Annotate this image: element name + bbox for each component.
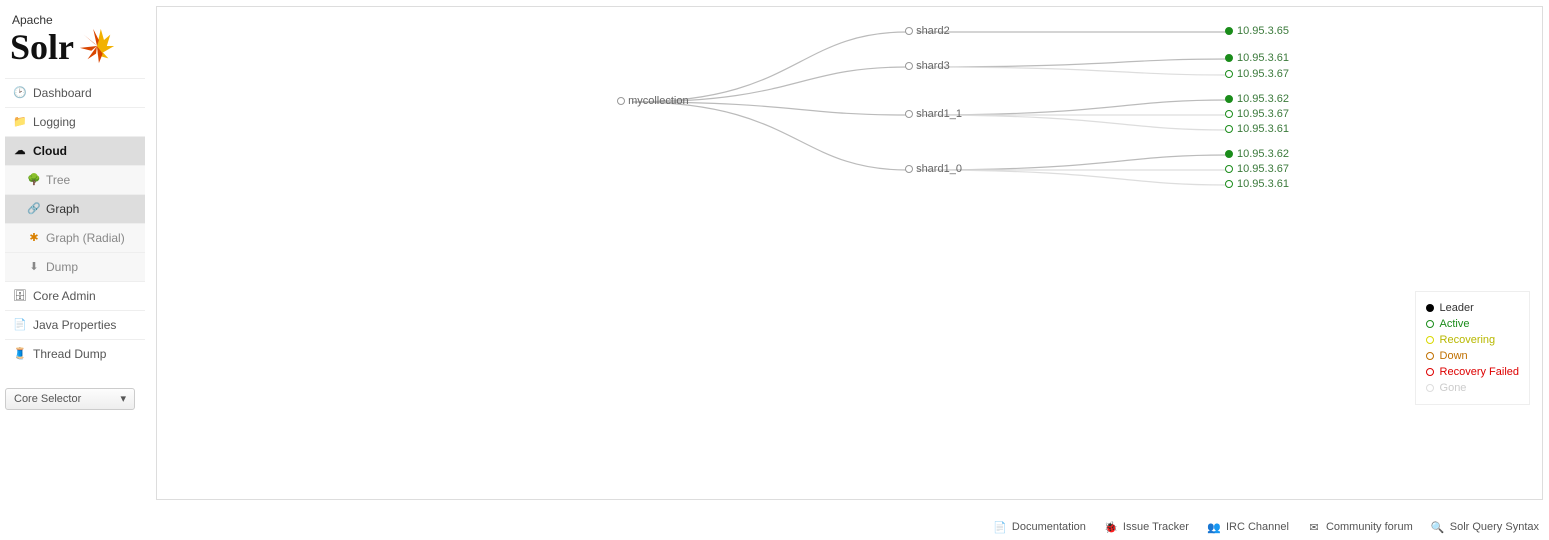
active-icon (1225, 125, 1233, 133)
replica-node: 10.95.3.61 (1225, 178, 1289, 190)
subnav-graph[interactable]: 🔗Graph (5, 194, 145, 223)
replica-node: 10.95.3.62 (1225, 93, 1289, 105)
chevron-down-icon: ▾ (120, 392, 126, 405)
footer-documentation[interactable]: 📄Documentation (993, 520, 1086, 534)
replica-node: 10.95.3.67 (1225, 68, 1289, 80)
collection-node: mycollection (617, 95, 689, 107)
gone-ring-icon (1426, 384, 1434, 392)
footer-irc[interactable]: 👥IRC Channel (1207, 520, 1289, 534)
main-panel: mycollection shard2 shard3 shard1_1 shar… (156, 6, 1543, 500)
subnav-tree[interactable]: 🌳Tree (5, 165, 145, 194)
leader-icon (1225, 54, 1233, 62)
node-icon (905, 27, 913, 35)
logo-main-text: Solr (10, 27, 140, 68)
sidebar: Apache Solr 🕑Dashboard 📁Logging ☁Cloud (0, 0, 150, 530)
active-icon (1225, 70, 1233, 78)
core-selector[interactable]: Core Selector ▾ (5, 388, 135, 410)
graph-icon: 🔗 (27, 202, 41, 216)
shard-node: shard2 (905, 25, 950, 37)
bug-icon: 🐞 (1104, 520, 1118, 534)
subnav-graph-radial[interactable]: ✱Graph (Radial) (5, 223, 145, 252)
down-ring-icon (1426, 352, 1434, 360)
shard-node: shard3 (905, 60, 950, 72)
shard-node: shard1_0 (905, 163, 962, 175)
replica-node: 10.95.3.61 (1225, 123, 1289, 135)
recfail-ring-icon (1426, 368, 1434, 376)
legend-gone: Gone (1426, 380, 1519, 396)
radial-icon: ✱ (27, 231, 41, 245)
cloud-icon: ☁ (13, 144, 27, 158)
tree-icon: 🌳 (27, 173, 41, 187)
node-icon (617, 97, 625, 105)
leader-dot-icon (1426, 304, 1434, 312)
legend-leader: Leader (1426, 300, 1519, 316)
nav-java-properties[interactable]: 📄Java Properties (5, 310, 145, 339)
footer-query-syntax[interactable]: 🔍Solr Query Syntax (1431, 520, 1539, 534)
subnav-dump[interactable]: ⬇Dump (5, 252, 145, 281)
folder-icon: 📁 (13, 115, 27, 129)
leader-icon (1225, 150, 1233, 158)
replica-node: 10.95.3.67 (1225, 108, 1289, 120)
search-doc-icon: 🔍 (1431, 520, 1445, 534)
node-icon (905, 62, 913, 70)
replica-node: 10.95.3.67 (1225, 163, 1289, 175)
active-icon (1225, 165, 1233, 173)
nav-cloud[interactable]: ☁Cloud (5, 136, 145, 165)
sun-icon (78, 27, 116, 68)
dump-icon: ⬇ (27, 260, 41, 274)
shard-node: shard1_1 (905, 108, 962, 120)
footer-forum[interactable]: ✉Community forum (1307, 520, 1413, 534)
leader-icon (1225, 27, 1233, 35)
replica-node: 10.95.3.62 (1225, 148, 1289, 160)
legend-recovering: Recovering (1426, 332, 1519, 348)
active-ring-icon (1426, 320, 1434, 328)
recovering-ring-icon (1426, 336, 1434, 344)
footer-issue-tracker[interactable]: 🐞Issue Tracker (1104, 520, 1189, 534)
replica-node: 10.95.3.61 (1225, 52, 1289, 64)
cloud-graph: mycollection shard2 shard3 shard1_1 shar… (157, 7, 1542, 499)
mail-icon: ✉ (1307, 520, 1321, 534)
cloud-subnav: 🌳Tree 🔗Graph ✱Graph (Radial) ⬇Dump (5, 165, 145, 281)
legend-active: Active (1426, 316, 1519, 332)
main-nav: 🕑Dashboard 📁Logging ☁Cloud (5, 78, 145, 165)
nav-logging[interactable]: 📁Logging (5, 107, 145, 136)
active-icon (1225, 180, 1233, 188)
db-icon: 🗄 (13, 289, 27, 303)
leader-icon (1225, 95, 1233, 103)
nav-core-admin[interactable]: 🗄Core Admin (5, 281, 145, 310)
nav-dashboard[interactable]: 🕑Dashboard (5, 78, 145, 107)
doc-icon: 📄 (993, 520, 1007, 534)
main-nav-2: 🗄Core Admin 📄Java Properties 🧵Thread Dum… (5, 281, 145, 368)
legend: Leader Active Recovering Down Recovery F… (1415, 291, 1530, 405)
node-icon (905, 165, 913, 173)
logo: Apache Solr (5, 5, 145, 78)
footer-links: 📄Documentation 🐞Issue Tracker 👥IRC Chann… (993, 520, 1539, 534)
people-icon: 👥 (1207, 520, 1221, 534)
logo-top-text: Apache (12, 13, 140, 27)
gauge-icon: 🕑 (13, 86, 27, 100)
node-icon (905, 110, 913, 118)
stack-icon: 🧵 (13, 347, 27, 361)
active-icon (1225, 110, 1233, 118)
nav-thread-dump[interactable]: 🧵Thread Dump (5, 339, 145, 368)
legend-down: Down (1426, 348, 1519, 364)
doc-icon: 📄 (13, 318, 27, 332)
legend-recovery-failed: Recovery Failed (1426, 364, 1519, 380)
replica-node: 10.95.3.65 (1225, 25, 1289, 37)
